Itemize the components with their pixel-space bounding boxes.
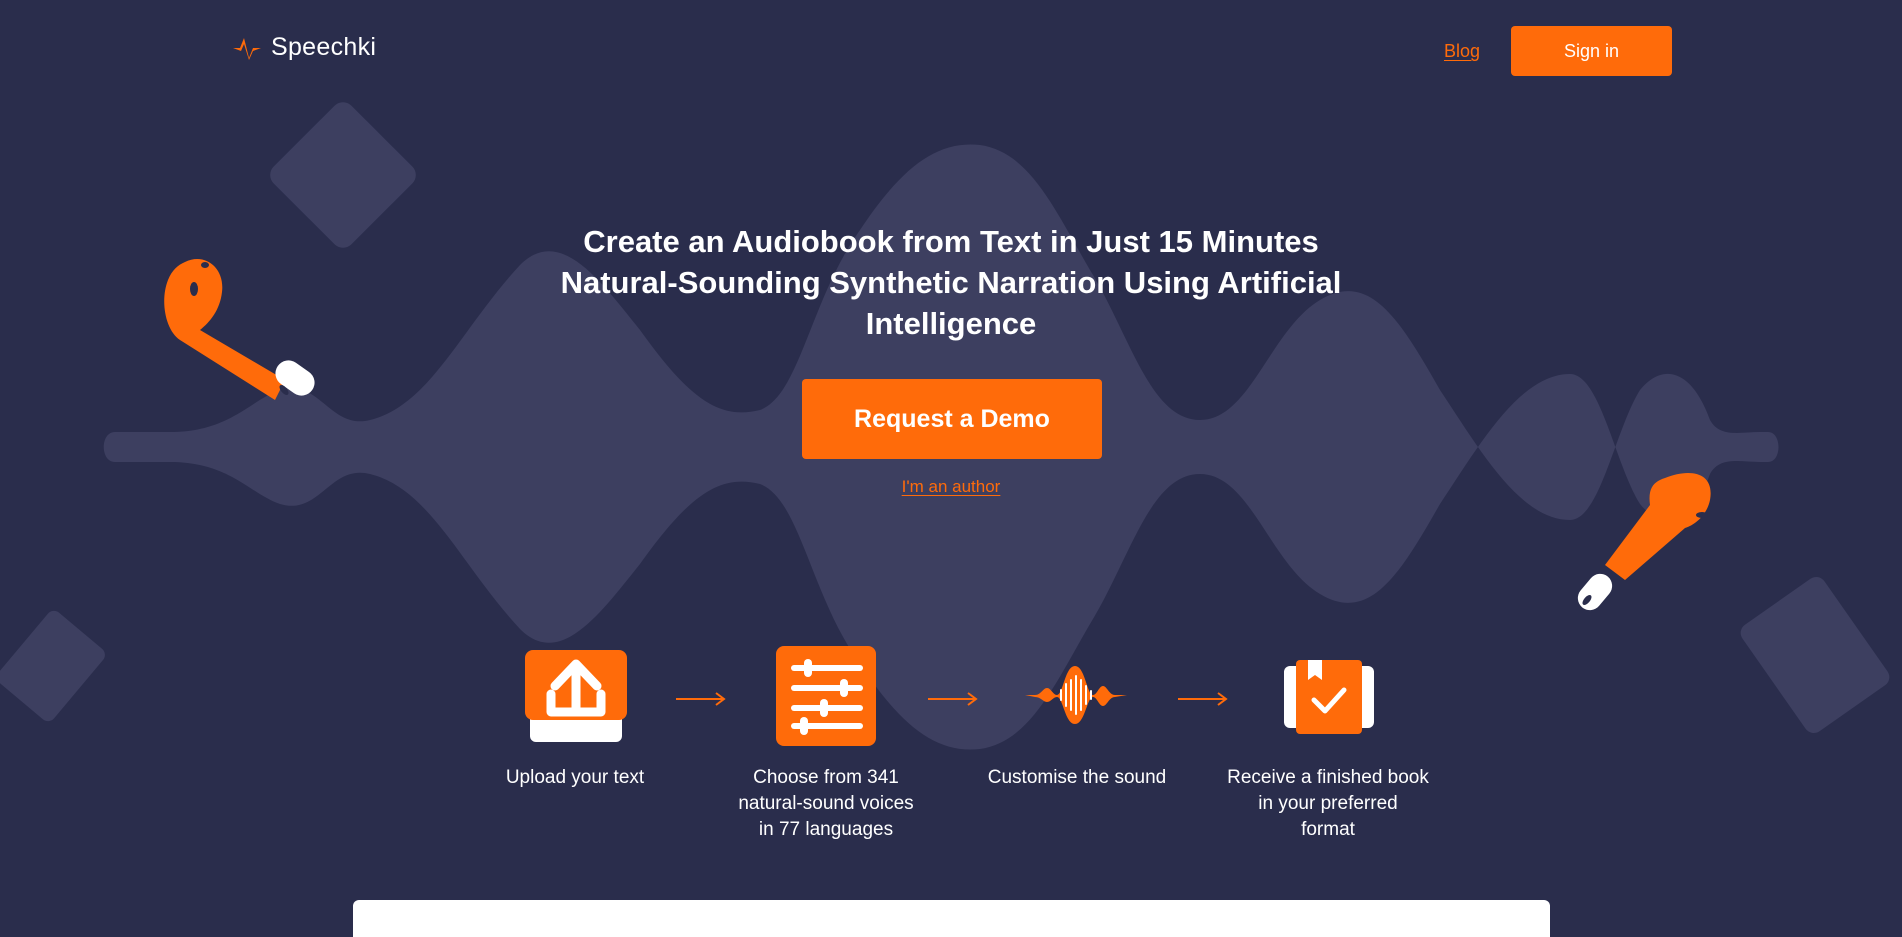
logo[interactable]: Speechki (231, 33, 376, 62)
arrow-right-icon (676, 692, 726, 706)
site-header: Speechki Blog Sign in (0, 0, 1902, 100)
upload-icon (525, 650, 627, 742)
decor-diamond (270, 102, 416, 248)
author-link[interactable]: I'm an author (851, 477, 1051, 497)
step-label-receive: Receive a finished book in your preferre… (1208, 765, 1448, 843)
step-label-line: natural-sound voices (738, 793, 914, 814)
soundwave-icon (1025, 666, 1127, 724)
blog-link[interactable]: Blog (1444, 41, 1480, 62)
logo-text: Speechki (271, 33, 377, 61)
arrow-right-icon (1178, 692, 1228, 706)
hero-title-line: Create an Audiobook from Text in Just 15… (583, 224, 1319, 259)
step-label-voices: Choose from 341 natural-sound voices in … (706, 765, 946, 843)
background-decoration (0, 102, 1890, 750)
arrow-right-icon (928, 692, 978, 706)
step-label-line: in your preferred (1258, 793, 1398, 814)
decor-diamond (0, 610, 105, 722)
hero-title: Create an Audiobook from Text in Just 15… (540, 221, 1362, 344)
step-label-line: in 77 languages (758, 819, 894, 840)
hero-title-line: Natural-Sounding Synthetic Narration Usi… (560, 265, 1342, 300)
step-label-upload: Upload your text (455, 765, 695, 791)
request-demo-button[interactable]: Request a Demo (802, 379, 1102, 459)
step-label-line: Upload your text (505, 767, 645, 788)
airpod-left-illustration (164, 258, 315, 400)
step-label-line: Customise the sound (987, 767, 1167, 788)
step-label-customise: Customise the sound (957, 765, 1197, 791)
hero-title-line: Intelligence (865, 306, 1037, 341)
decor-diamond (1740, 577, 1890, 733)
sliders-icon (776, 646, 876, 746)
speechki-logo-icon (233, 37, 261, 60)
book-check-icon (1284, 660, 1374, 734)
content-card (353, 900, 1550, 937)
step-label-line: format (1301, 819, 1355, 840)
step-label-line: Receive a finished book (1227, 767, 1429, 788)
signin-button[interactable]: Sign in (1511, 26, 1672, 76)
step-label-line: Choose from 341 (753, 767, 899, 788)
